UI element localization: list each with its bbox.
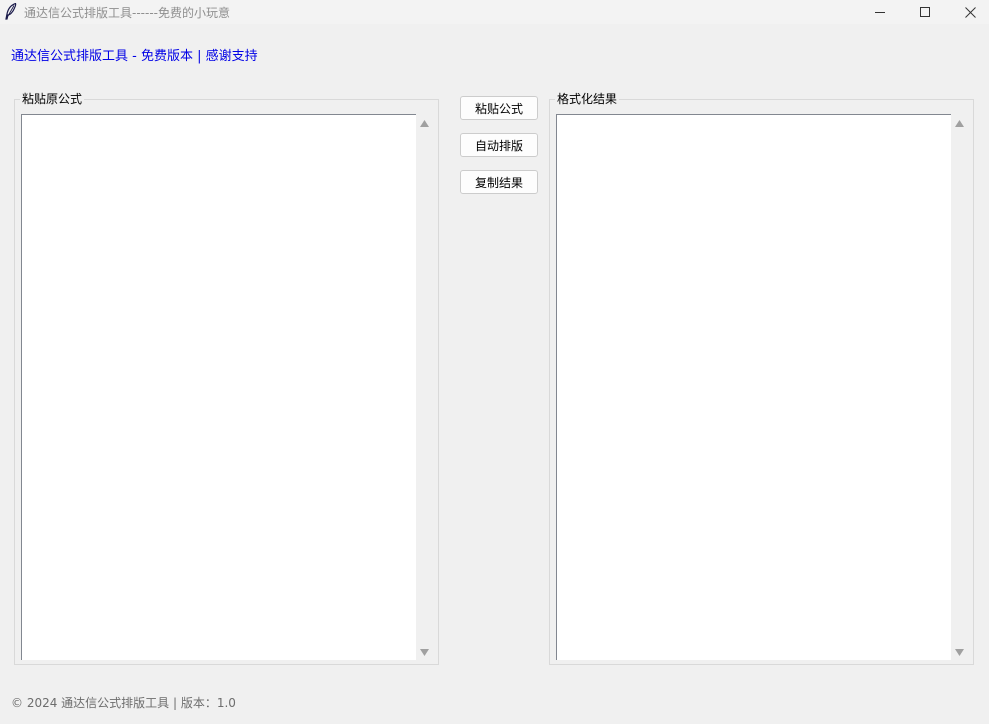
maximize-icon xyxy=(919,6,931,18)
format-result-textarea[interactable] xyxy=(556,114,952,660)
footer-label: © 2024 通达信公式排版工具 | 版本：1.0 xyxy=(11,696,236,710)
triangle-down-icon xyxy=(955,645,964,659)
auto-format-button[interactable]: 自动排版 xyxy=(460,133,538,157)
source-formula-scrollbar[interactable] xyxy=(416,114,433,660)
scroll-down-button[interactable] xyxy=(951,643,968,660)
triangle-up-icon xyxy=(420,116,429,130)
paste-formula-button[interactable]: 粘贴公式 xyxy=(460,96,538,120)
source-formula-textarea[interactable] xyxy=(21,114,417,660)
minimize-button[interactable] xyxy=(857,0,903,24)
format-result-title: 格式化结果 xyxy=(555,90,620,107)
scroll-down-button[interactable] xyxy=(416,643,433,660)
title-bar[interactable]: 通达信公式排版工具------免费的小玩意 xyxy=(0,0,989,24)
close-icon xyxy=(964,6,976,18)
minimize-icon xyxy=(874,7,886,18)
format-result-scrollbar[interactable] xyxy=(951,114,968,660)
window-title: 通达信公式排版工具------免费的小玩意 xyxy=(24,6,230,20)
maximize-button[interactable] xyxy=(902,0,948,24)
app-window: 通达信公式排版工具------免费的小玩意 通达信公式排版工具 - 免费版本 |… xyxy=(0,0,989,724)
triangle-down-icon xyxy=(420,645,429,659)
scroll-up-button[interactable] xyxy=(951,114,968,131)
triangle-up-icon xyxy=(955,116,964,130)
source-formula-title: 粘贴原公式 xyxy=(20,90,85,107)
close-button[interactable] xyxy=(947,0,989,24)
copy-result-button[interactable]: 复制结果 xyxy=(460,170,538,194)
feather-icon xyxy=(5,2,17,20)
scroll-up-button[interactable] xyxy=(416,114,433,131)
header-label: 通达信公式排版工具 - 免费版本 | 感谢支持 xyxy=(11,49,258,64)
